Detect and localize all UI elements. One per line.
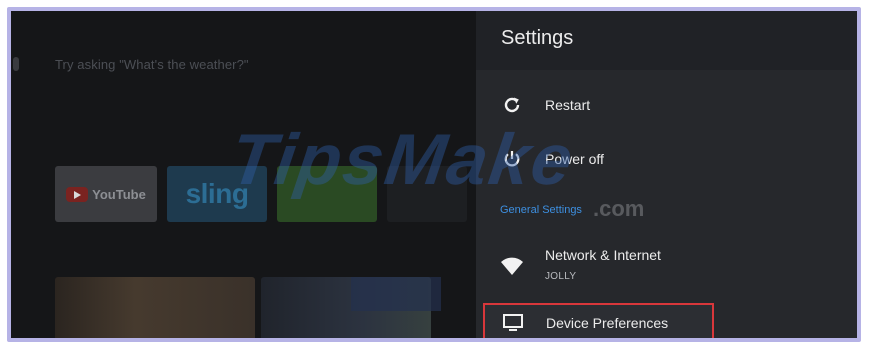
wifi-icon — [498, 253, 526, 281]
general-settings-heading: General Settings — [500, 204, 582, 216]
youtube-app-tile[interactable]: YouTube — [55, 166, 157, 222]
network-internet-label: Network & Internet — [545, 247, 661, 263]
watermark-suffix: .com — [593, 196, 645, 221]
restart-label: Restart — [545, 97, 591, 113]
screenshot-frame: Try asking "What's the weather?" YouTube… — [0, 0, 869, 349]
tv-screen: Try asking "What's the weather?" YouTube… — [7, 7, 861, 342]
device-preferences-label: Device Preferences — [546, 315, 669, 331]
youtube-icon — [66, 186, 89, 202]
restart-icon — [498, 91, 526, 119]
content-thumbnail[interactable] — [55, 277, 255, 338]
settings-title: Settings — [501, 27, 574, 49]
watermark: TipsMake — [225, 120, 580, 200]
device-preferences-item[interactable]: Device Preferences — [483, 303, 714, 338]
voice-search-prompt[interactable]: Try asking "What's the weather?" — [55, 57, 249, 72]
settings-header: Settings — [476, 11, 857, 70]
mic-icon[interactable] — [13, 57, 19, 71]
network-internet-item[interactable]: Network & Internet JOLLY — [476, 239, 857, 291]
youtube-app-label: YouTube — [92, 186, 146, 202]
content-thumbnail-flags — [351, 277, 441, 311]
network-name: JOLLY — [545, 271, 577, 282]
tv-icon — [499, 308, 527, 336]
